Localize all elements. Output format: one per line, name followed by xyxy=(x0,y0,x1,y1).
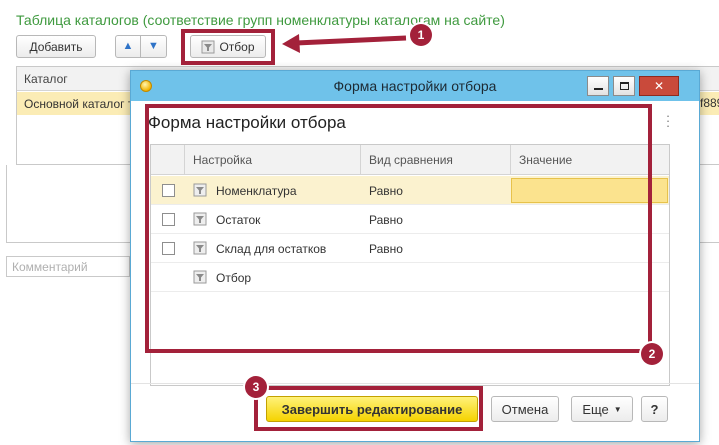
step-badge-2: 2 xyxy=(641,343,663,365)
annotation-arrow xyxy=(282,34,407,53)
step-badge-3: 3 xyxy=(245,376,267,398)
step-badge-1: 1 xyxy=(410,24,432,46)
